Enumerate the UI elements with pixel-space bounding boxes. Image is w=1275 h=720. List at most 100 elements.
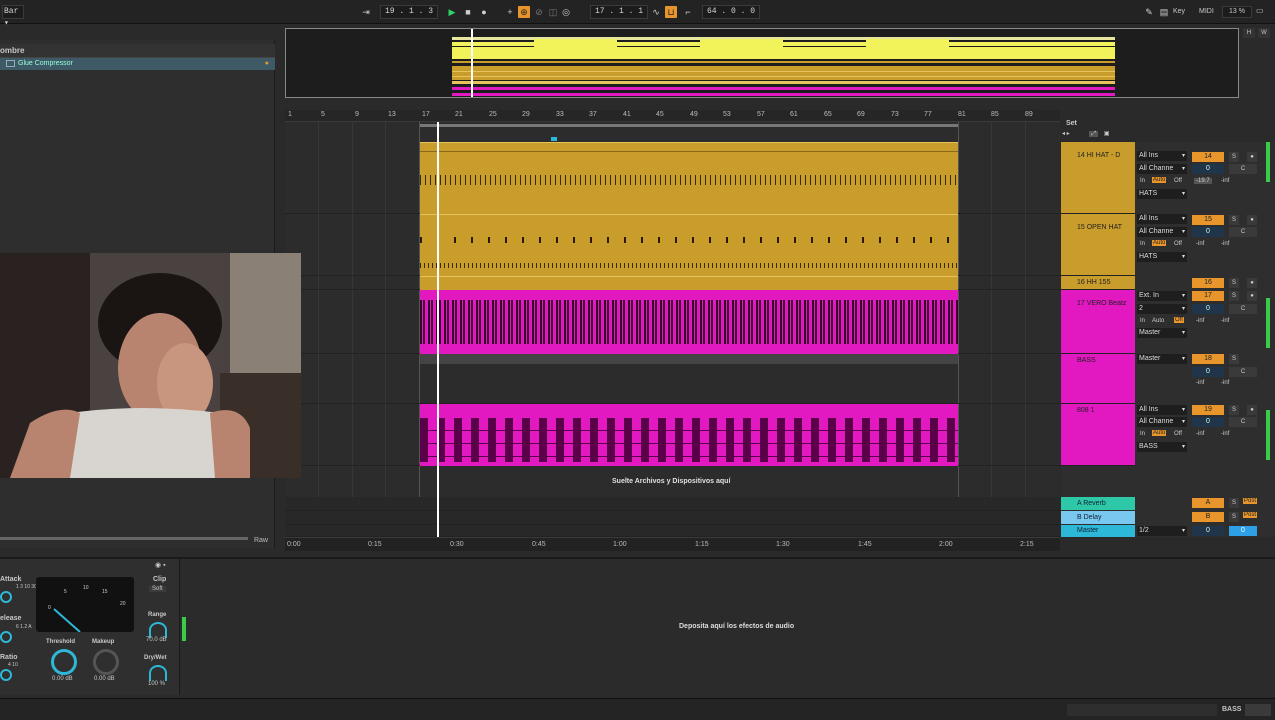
add-icon[interactable]: +	[504, 6, 516, 18]
track-activator[interactable]: 19	[1192, 405, 1224, 415]
track-lane-open-hat[interactable]	[285, 214, 1060, 276]
input-channel-select[interactable]: 2	[1137, 304, 1187, 314]
monitor-in[interactable]: In	[1140, 318, 1145, 324]
solo-button[interactable]: S	[1229, 215, 1239, 225]
track-activator[interactable]: 18	[1192, 354, 1224, 364]
output-select[interactable]: HATS	[1137, 189, 1187, 199]
stop-icon[interactable]: ■	[462, 6, 474, 18]
input-type-select[interactable]: All Ins	[1137, 151, 1187, 161]
track-name[interactable]: 17 VERO Beatz	[1077, 300, 1126, 307]
add-locator-icon[interactable]: ◂ ▸	[1062, 131, 1070, 137]
pencil-icon[interactable]: ✎	[1143, 6, 1155, 18]
audio-clip[interactable]	[420, 290, 958, 354]
browser-column-header[interactable]: ombre	[0, 44, 275, 58]
output-select[interactable]: Master	[1137, 328, 1187, 338]
post-button[interactable]: Post	[1243, 512, 1258, 518]
arm-icon[interactable]: ●	[1247, 152, 1257, 162]
solo-button[interactable]: S	[1229, 278, 1239, 288]
track-name[interactable]: 16 HH 155	[1077, 279, 1110, 286]
return-track-delay[interactable]: B Delay	[1061, 511, 1135, 524]
makeup-knob[interactable]	[93, 649, 119, 675]
release-knob[interactable]	[0, 631, 12, 643]
output-select[interactable]: BASS	[1137, 442, 1187, 452]
arrangement-view[interactable]: Suelte Archivos y Dispositivos aquí	[285, 122, 1060, 537]
computer-keyboard-icon[interactable]: ▭	[1256, 6, 1266, 18]
volume-db[interactable]: -inf	[1196, 318, 1204, 324]
arm-icon[interactable]: ●	[1247, 278, 1257, 288]
volume-db[interactable]: -inf	[1196, 241, 1204, 247]
audio-clip[interactable]	[420, 214, 958, 276]
monitor-in[interactable]: In	[1140, 178, 1145, 184]
position-display[interactable]: 19 . 1 . 3	[380, 5, 438, 19]
solo-button[interactable]: S	[1229, 405, 1239, 415]
track-header-808[interactable]: 808 1	[1061, 404, 1135, 466]
device-fold-icon[interactable]: ▪	[163, 562, 165, 569]
dry-wet-knob[interactable]	[149, 665, 167, 681]
pan-field[interactable]: C	[1229, 164, 1257, 174]
loop-icon[interactable]: ◫	[547, 6, 559, 18]
pan-field[interactable]: C	[1229, 304, 1257, 314]
volume-field[interactable]: 0	[1192, 417, 1224, 427]
threshold-knob[interactable]	[51, 649, 77, 675]
track-lane-hihat-d[interactable]	[285, 142, 1060, 214]
monitor-auto[interactable]: Auto	[1152, 430, 1167, 436]
input-channel-select[interactable]: All Channe	[1137, 227, 1187, 237]
monitor-off[interactable]: Off	[1174, 241, 1182, 247]
soft-clip-button[interactable]: Soft	[149, 586, 166, 592]
follow-icon[interactable]: ⇥	[360, 6, 372, 18]
range-knob[interactable]	[149, 622, 167, 638]
record-icon[interactable]: ●	[478, 6, 490, 18]
range-value[interactable]: 70.0 dB	[146, 637, 167, 643]
track-lane-delay[interactable]	[285, 511, 1060, 525]
track-lane-hh-155[interactable]	[285, 276, 1060, 290]
track-header-bass[interactable]: BASS	[1061, 354, 1135, 404]
browser-item[interactable]: Glue Compressor ●	[0, 58, 275, 70]
time-ruler[interactable]: 0:00 0:15 0:30 0:45 1:00 1:15 1:30 1:45 …	[285, 537, 1060, 551]
volume-db[interactable]: -inf	[1196, 431, 1204, 437]
solo-button[interactable]: S	[1229, 354, 1239, 364]
track-lane-bass[interactable]	[285, 354, 1060, 404]
volume-field[interactable]: 0	[1192, 164, 1224, 174]
input-channel-select[interactable]: All Channe	[1137, 164, 1187, 174]
star-icon[interactable]: ●	[265, 58, 269, 70]
midi-map-label[interactable]: MIDI	[1199, 8, 1214, 15]
volume-field[interactable]: 0	[1192, 367, 1224, 377]
pan-field[interactable]: C	[1229, 227, 1257, 237]
track-activator[interactable]: 16	[1192, 278, 1224, 288]
browser-scrollbar[interactable]	[0, 537, 248, 540]
ratio-knob[interactable]	[0, 669, 12, 681]
session-record-icon[interactable]: ⊕	[518, 6, 530, 18]
play-icon[interactable]: ▶	[446, 6, 458, 18]
monitor-auto[interactable]: Auto	[1152, 177, 1167, 183]
monitor-off[interactable]: Off	[1174, 178, 1182, 184]
input-type-select[interactable]: All Ins	[1137, 214, 1187, 224]
track-lane-808[interactable]	[285, 404, 1060, 466]
track-header-open-hat[interactable]: 15 OPEN HAT	[1061, 214, 1135, 276]
return-track-reverb[interactable]: A Reverb	[1061, 497, 1135, 510]
track-activator[interactable]: 15	[1192, 215, 1224, 225]
post-button[interactable]: Post	[1243, 498, 1258, 504]
set-label[interactable]: Set	[1066, 120, 1077, 127]
track-header-hihat-d[interactable]: 14 HI HAT - D	[1061, 142, 1135, 214]
input-type-select[interactable]: Ext. In	[1137, 291, 1187, 301]
arrangement-overview[interactable]	[285, 28, 1239, 98]
selected-track-label[interactable]: BASS	[1222, 706, 1241, 713]
track-activator[interactable]: 17	[1192, 291, 1224, 301]
makeup-value[interactable]: 0.00 dB	[94, 676, 115, 682]
monitor-off[interactable]: Off	[1174, 317, 1184, 323]
audio-clip[interactable]	[420, 142, 958, 214]
zoom-icon[interactable]: ⤢	[1089, 131, 1099, 137]
volume-db[interactable]: -inf	[1196, 380, 1204, 386]
return-activator[interactable]: A	[1192, 498, 1224, 508]
solo-button[interactable]: S	[1229, 498, 1239, 508]
loop-switch-icon[interactable]: ⊔	[665, 6, 677, 18]
pan-field[interactable]: C	[1229, 367, 1257, 377]
track-name[interactable]: 808 1	[1077, 407, 1095, 414]
view-toggle[interactable]	[1245, 704, 1271, 716]
track-activator[interactable]: 14	[1192, 152, 1224, 162]
solo-button[interactable]: S	[1229, 291, 1239, 301]
output-select[interactable]: Master	[1137, 354, 1187, 364]
track-name[interactable]: BASS	[1077, 357, 1096, 364]
key-map-label[interactable]: Key	[1173, 8, 1185, 15]
loop-brace[interactable]	[420, 124, 958, 127]
